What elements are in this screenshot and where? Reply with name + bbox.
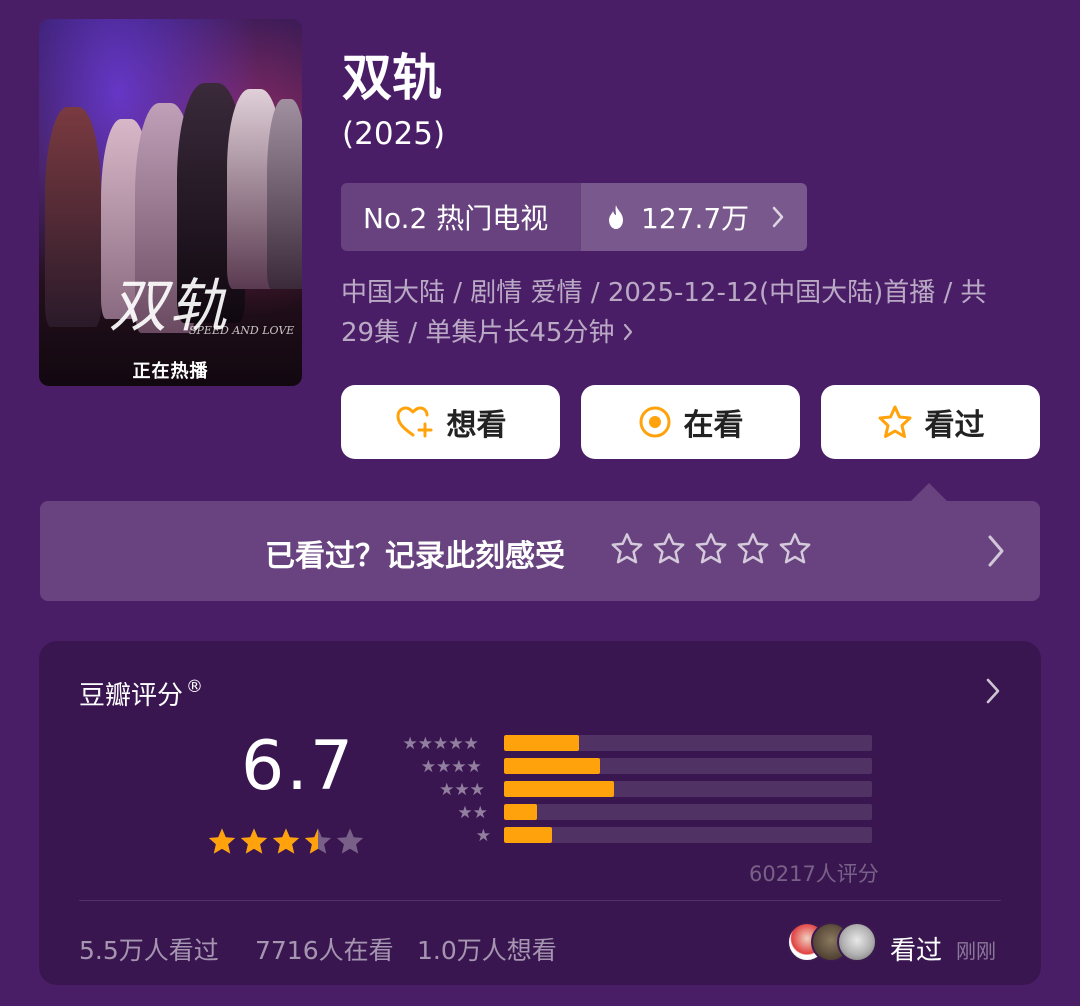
record-prompt: 已看过？记录此刻感受 — [265, 539, 565, 574]
rating-card[interactable]: 豆瓣评分 ® 6.7 ★★★★★ ★★★★ ★★★ ★★ ★ 60217人评分 5.5万人… — [39, 641, 1041, 985]
want-label: 想看 — [446, 408, 507, 443]
stat-want[interactable]: 1.0万人想看 — [417, 931, 557, 967]
distribution-stars: ★★ — [457, 803, 488, 823]
rating-title-text: 豆瓣评分 — [79, 681, 184, 711]
stat-watching[interactable]: 7716人在看 — [255, 931, 394, 967]
watched-button[interactable]: 看过 — [821, 385, 1040, 459]
friend-action: 看过 — [890, 936, 943, 966]
poster-badge: 正在热播 — [132, 361, 209, 382]
score-stars — [207, 826, 365, 856]
chevron-right-icon — [622, 314, 634, 354]
rank-box[interactable]: No.2 热门电视 127.7万 — [341, 183, 807, 251]
poster-subtitle-art: SPEED AND LOVE — [189, 324, 295, 337]
star-icon — [336, 828, 364, 854]
distribution-track — [504, 758, 872, 774]
star-icon — [208, 828, 236, 854]
action-buttons: 想看 在看 看过 — [341, 385, 1040, 459]
watching-label: 在看 — [683, 408, 744, 443]
rating-title: 豆瓣评分 ® — [79, 675, 203, 712]
meta-info[interactable]: 中国大陆 / 剧情 爱情 / 2025-12-12(中国大陆)首播 / 共29集… — [341, 273, 1001, 354]
meta-text: 中国大陆 / 剧情 爱情 / 2025-12-12(中国大陆)首播 / 共29集… — [341, 278, 987, 348]
watched-label: 看过 — [924, 408, 985, 443]
distribution-bar — [504, 804, 538, 820]
fire-icon — [605, 204, 627, 230]
heat-link[interactable]: 127.7万 — [581, 183, 807, 251]
distribution-bar — [504, 781, 615, 797]
watching-button[interactable]: 在看 — [581, 385, 800, 459]
star-outline-icon[interactable] — [652, 532, 686, 565]
distribution-bar — [504, 827, 552, 843]
chevron-right-icon[interactable] — [985, 677, 1001, 709]
star-icon — [304, 828, 332, 854]
watching-icon — [638, 405, 672, 439]
record-pointer — [911, 483, 947, 501]
rating-score: 6.7 — [241, 727, 356, 806]
distribution-bar — [504, 735, 580, 751]
poster-image[interactable]: 双轨 SPEED AND LOVE 正在热播 — [39, 19, 302, 386]
chevron-right-icon — [986, 533, 1006, 573]
distribution-track — [504, 827, 872, 843]
distribution-bar — [504, 758, 600, 774]
registered-mark: ® — [186, 677, 204, 697]
release-year: (2025) — [342, 116, 446, 152]
avatar — [837, 922, 877, 962]
distribution-track — [504, 781, 872, 797]
friend-avatars[interactable] — [787, 922, 879, 962]
distribution-track — [504, 804, 872, 820]
star-outline-icon[interactable] — [736, 532, 770, 565]
record-feeling-bar[interactable]: 已看过？记录此刻感受 — [40, 501, 1040, 601]
heat-value: 127.7万 — [641, 202, 750, 235]
divider — [79, 900, 1001, 901]
star-outline-icon[interactable] — [610, 532, 644, 565]
record-stars[interactable] — [610, 532, 812, 565]
rank-label: No.2 热门电视 — [341, 183, 581, 251]
star-icon — [272, 828, 300, 854]
star-icon — [240, 828, 268, 854]
distribution-stars: ★★★★ — [420, 757, 482, 777]
distribution-stars: ★★★ — [439, 780, 485, 800]
rating-count: 60217人评分 — [749, 862, 879, 886]
distribution-track — [504, 735, 872, 751]
chevron-right-icon — [771, 205, 785, 229]
heart-plus-icon — [395, 404, 435, 440]
friend-time: 刚刚 — [956, 939, 996, 963]
page-title: 双轨 — [342, 49, 442, 107]
stat-watched[interactable]: 5.5万人看过 — [79, 931, 219, 967]
distribution-stars: ★ — [475, 826, 491, 846]
star-outline-icon[interactable] — [694, 532, 728, 565]
want-button[interactable]: 想看 — [341, 385, 560, 459]
distribution-stars: ★★★★★ — [402, 734, 479, 754]
star-outline-icon — [877, 405, 913, 439]
star-outline-icon[interactable] — [778, 532, 812, 565]
